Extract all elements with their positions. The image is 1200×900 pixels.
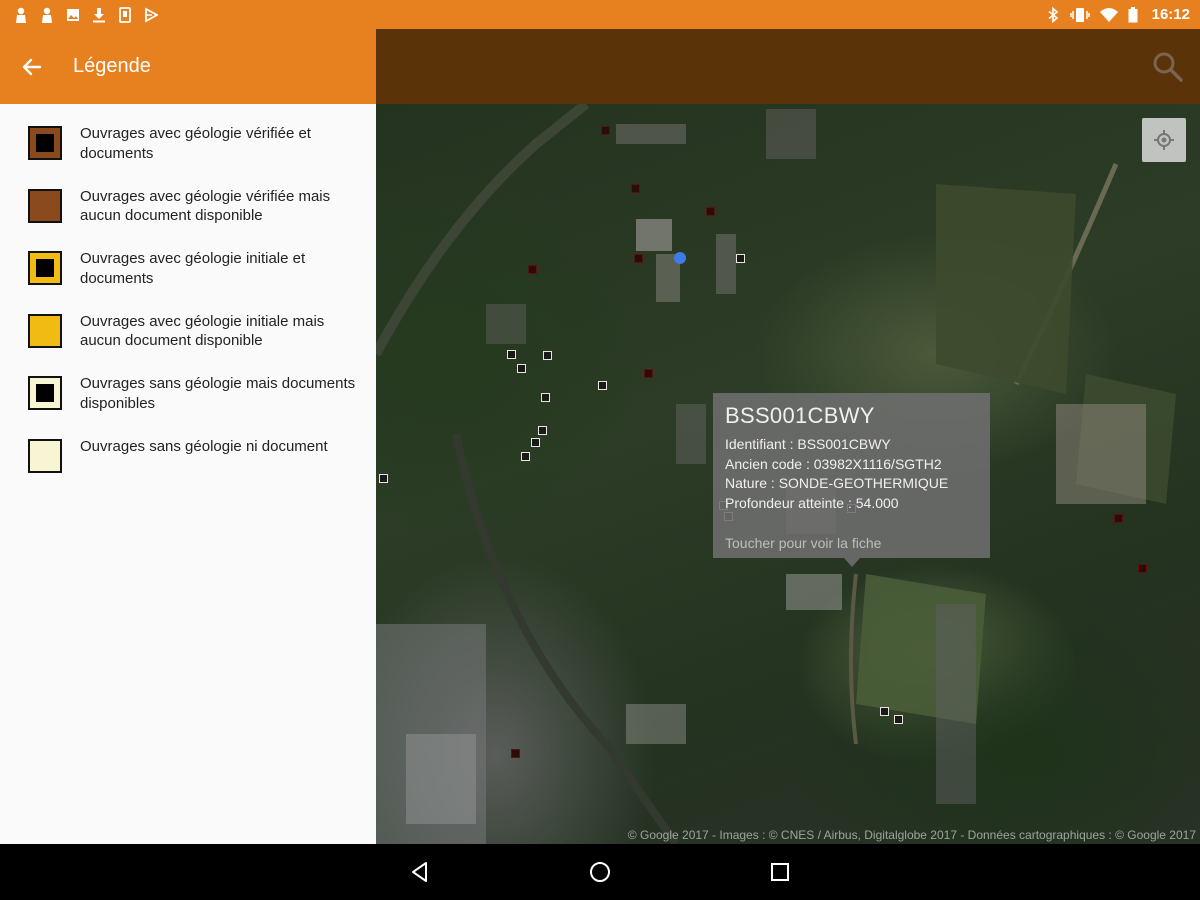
- map-marker[interactable]: [517, 364, 526, 373]
- drawer-header: Légende: [0, 29, 376, 104]
- info-title: BSS001CBWY: [725, 403, 875, 428]
- locate-button[interactable]: [1142, 118, 1186, 162]
- map-area: BSS001CBWY Identifiant : BSS001CBWY Anci…: [376, 29, 1200, 844]
- map-marker[interactable]: [543, 351, 552, 360]
- wifi-icon: [1099, 7, 1118, 22]
- tablet-screen: 16:12 BSS001CBWY Identifiant: BSS001CBW…: [0, 0, 1200, 900]
- legend-item: Ouvrages sans géologie mais documents di…: [0, 374, 376, 437]
- person-icon: [16, 7, 26, 23]
- play-store-icon: [145, 6, 158, 23]
- map-marker[interactable]: [1114, 514, 1123, 523]
- person-icon: [42, 7, 52, 23]
- my-location-icon: [1154, 130, 1174, 150]
- legend-label: Ouvrages avec géologie vérifiée mais auc…: [80, 187, 331, 225]
- map-marker[interactable]: [531, 438, 540, 447]
- legend-drawer: Légende Ouvrages avec géologie vérifiée …: [0, 29, 376, 844]
- map-marker[interactable]: [634, 254, 643, 263]
- search-icon[interactable]: [1150, 49, 1186, 85]
- info-nature: Nature : SONDE-GEOTHERMIQUE: [725, 475, 949, 491]
- document-indicator: [36, 384, 54, 402]
- legend-label: Ouvrages avec géologie initiale et docum…: [80, 250, 306, 287]
- map-marker[interactable]: [538, 426, 547, 435]
- legend-label: Ouvrages sans géologie ni document: [80, 437, 328, 455]
- nav-back-button[interactable]: [400, 852, 440, 892]
- legend-swatch: [28, 188, 62, 223]
- nav-recents-button[interactable]: [760, 852, 800, 892]
- map-toolbar: [376, 29, 1200, 104]
- clock: 16:12: [1151, 6, 1190, 23]
- vibrate-icon: [1069, 7, 1090, 22]
- map-marker[interactable]: [511, 749, 520, 758]
- map-attribution: © Google 2017 - Images : © CNES / Airbus…: [627, 828, 1196, 842]
- info-hint: Toucher pour voir la fiche: [725, 535, 882, 551]
- legend-swatch: [28, 376, 62, 410]
- system-icons: 16:12: [1046, 6, 1190, 23]
- nav-home-icon: [590, 862, 610, 882]
- legend-label: Ouvrages avec géologie vérifiée et docum…: [80, 125, 311, 162]
- map-marker[interactable]: [598, 381, 607, 390]
- arrow-back-icon[interactable]: [20, 55, 44, 79]
- image-icon: [67, 8, 79, 21]
- info-ancien-code: Ancien code : 03982X1116/SGTH2: [725, 455, 942, 472]
- satellite-map[interactable]: BSS001CBWY Identifiant : BSS001CBWY Anci…: [376, 104, 1200, 844]
- map-marker[interactable]: [541, 393, 550, 402]
- phone-icon: [119, 6, 131, 23]
- map-marker[interactable]: [521, 452, 530, 461]
- document-indicator: [36, 134, 54, 152]
- map-marker[interactable]: [1138, 564, 1147, 573]
- map-marker[interactable]: [736, 254, 745, 263]
- legend-item: Ouvrages avec géologie initiale et docum…: [0, 249, 376, 312]
- map-marker[interactable]: [631, 184, 640, 193]
- nav-back-icon: [412, 862, 427, 882]
- map-marker[interactable]: [706, 207, 715, 216]
- info-profondeur: Profondeur atteinte : 54.000: [725, 494, 899, 511]
- map-marker[interactable]: [880, 707, 889, 716]
- map-marker[interactable]: [528, 265, 537, 274]
- info-identifiant: Identifiant : BSS001CBWY: [725, 436, 891, 452]
- map-marker[interactable]: [894, 715, 903, 724]
- legend-list: Ouvrages avec géologie vérifiée et docum…: [0, 104, 376, 499]
- legend-label: Ouvrages sans géologie mais documents di…: [80, 375, 356, 412]
- drawer-title: Légende: [73, 55, 151, 77]
- map-marker[interactable]: [507, 350, 516, 359]
- nav-home-button[interactable]: [580, 852, 620, 892]
- nav-recents-icon: [771, 863, 789, 881]
- map-marker[interactable]: [644, 369, 653, 378]
- bluetooth-icon: [1048, 6, 1058, 23]
- marker-info-window[interactable]: BSS001CBWY Identifiant : BSS001CBWY Anci…: [713, 393, 990, 567]
- legend-item: Ouvrages sans géologie ni document: [0, 437, 376, 500]
- legend-swatch: [28, 251, 62, 285]
- battery-icon: [1128, 6, 1138, 22]
- download-icon: [93, 7, 105, 22]
- legend-swatch: [28, 438, 62, 473]
- legend-label: Ouvrages avec géologie initiale mais auc…: [80, 312, 325, 350]
- navigation-bar: [0, 844, 1200, 900]
- status-bar: 16:12: [0, 0, 1200, 29]
- legend-swatch: [28, 126, 62, 160]
- notification-icons: [14, 6, 158, 23]
- map-marker[interactable]: [601, 126, 610, 135]
- legend-swatch: [28, 313, 62, 348]
- legend-item: Ouvrages avec géologie vérifiée mais auc…: [0, 187, 376, 250]
- legend-item: Ouvrages avec géologie initiale mais auc…: [0, 312, 376, 375]
- legend-item: Ouvrages avec géologie vérifiée et docum…: [0, 124, 376, 187]
- document-indicator: [36, 259, 54, 277]
- map-marker[interactable]: [379, 474, 388, 483]
